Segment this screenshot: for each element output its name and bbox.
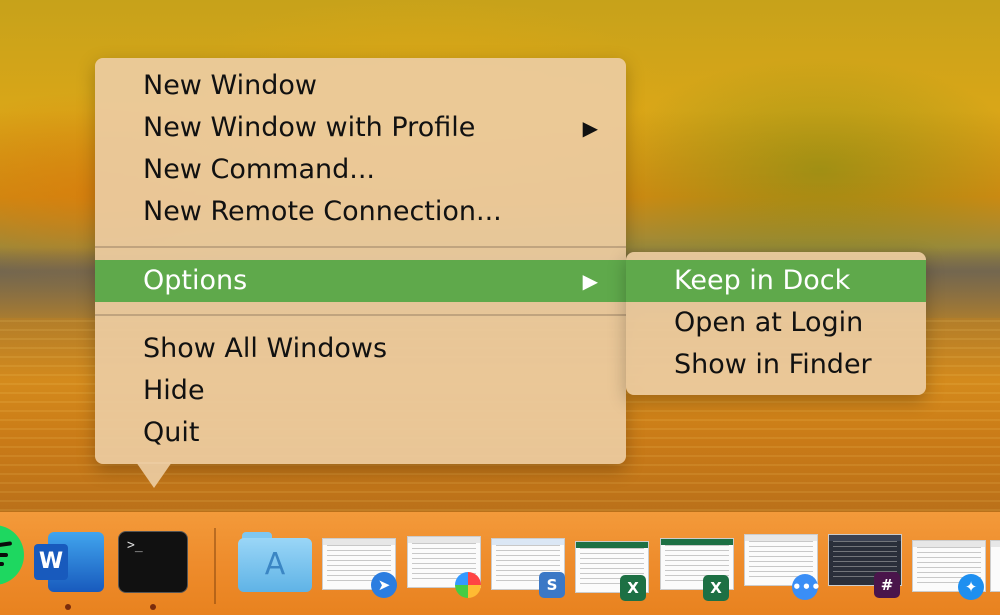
word-letter: W [34, 544, 68, 580]
slack-icon: # [874, 572, 900, 598]
menu-item-quit[interactable]: Quit [95, 412, 626, 454]
s-app-icon: S [539, 572, 565, 598]
submenu-arrow-icon: ▶ [582, 116, 598, 140]
photos-icon [455, 572, 481, 598]
menu-item-new-window[interactable]: New Window [95, 65, 626, 107]
menu-item-new-remote-connection[interactable]: New Remote Connection... [95, 191, 626, 233]
excel-icon: X [703, 575, 729, 601]
running-indicator [65, 604, 71, 610]
menu-item-label: New Command... [143, 154, 375, 185]
safari-icon: ✦ [958, 574, 984, 600]
terminal-prompt: >_ [127, 538, 143, 553]
running-indicator [150, 604, 156, 610]
menu-item-label: Hide [143, 375, 205, 406]
dock-separator [214, 528, 216, 604]
menu-item-label: Options [143, 265, 248, 296]
submenu-item-label: Show in Finder [674, 349, 872, 380]
messages-icon: ••• [792, 574, 821, 600]
menu-item-new-window-with-profile[interactable]: New Window with Profile ▶ [95, 107, 626, 149]
terminal-icon[interactable]: >_ [118, 531, 188, 593]
menu-separator [95, 314, 626, 316]
menu-item-label: New Remote Connection... [143, 196, 502, 227]
submenu-arrow-icon: ▶ [582, 269, 598, 293]
menu-item-hide[interactable]: Hide [95, 370, 626, 412]
spark-mail-icon: ➤ [371, 572, 397, 598]
menu-item-label: New Window with Profile [143, 112, 476, 143]
menu-item-new-command[interactable]: New Command... [95, 149, 626, 191]
submenu-item-keep-in-dock[interactable]: Keep in Dock [626, 260, 926, 302]
menu-item-label: Quit [143, 417, 200, 448]
menu-pointer [136, 462, 172, 488]
minimized-window-partial[interactable] [990, 540, 1000, 592]
submenu-item-label: Keep in Dock [674, 265, 851, 296]
menu-separator [95, 246, 626, 248]
menu-item-label: New Window [143, 70, 317, 101]
excel-icon: X [620, 575, 646, 601]
options-submenu: Keep in Dock Open at Login Show in Finde… [626, 252, 926, 395]
menu-item-options[interactable]: Options ▶ [95, 260, 626, 302]
app-store-glyph: A [238, 538, 312, 592]
dock-context-menu: New Window New Window with Profile ▶ New… [95, 58, 626, 464]
microsoft-word-icon[interactable]: W [34, 530, 104, 594]
submenu-item-label: Open at Login [674, 307, 864, 338]
submenu-item-open-at-login[interactable]: Open at Login [626, 302, 926, 344]
submenu-item-show-in-finder[interactable]: Show in Finder [626, 344, 926, 386]
menu-item-show-all-windows[interactable]: Show All Windows [95, 328, 626, 370]
menu-item-label: Show All Windows [143, 333, 388, 364]
applications-folder-icon[interactable]: A [238, 532, 312, 592]
